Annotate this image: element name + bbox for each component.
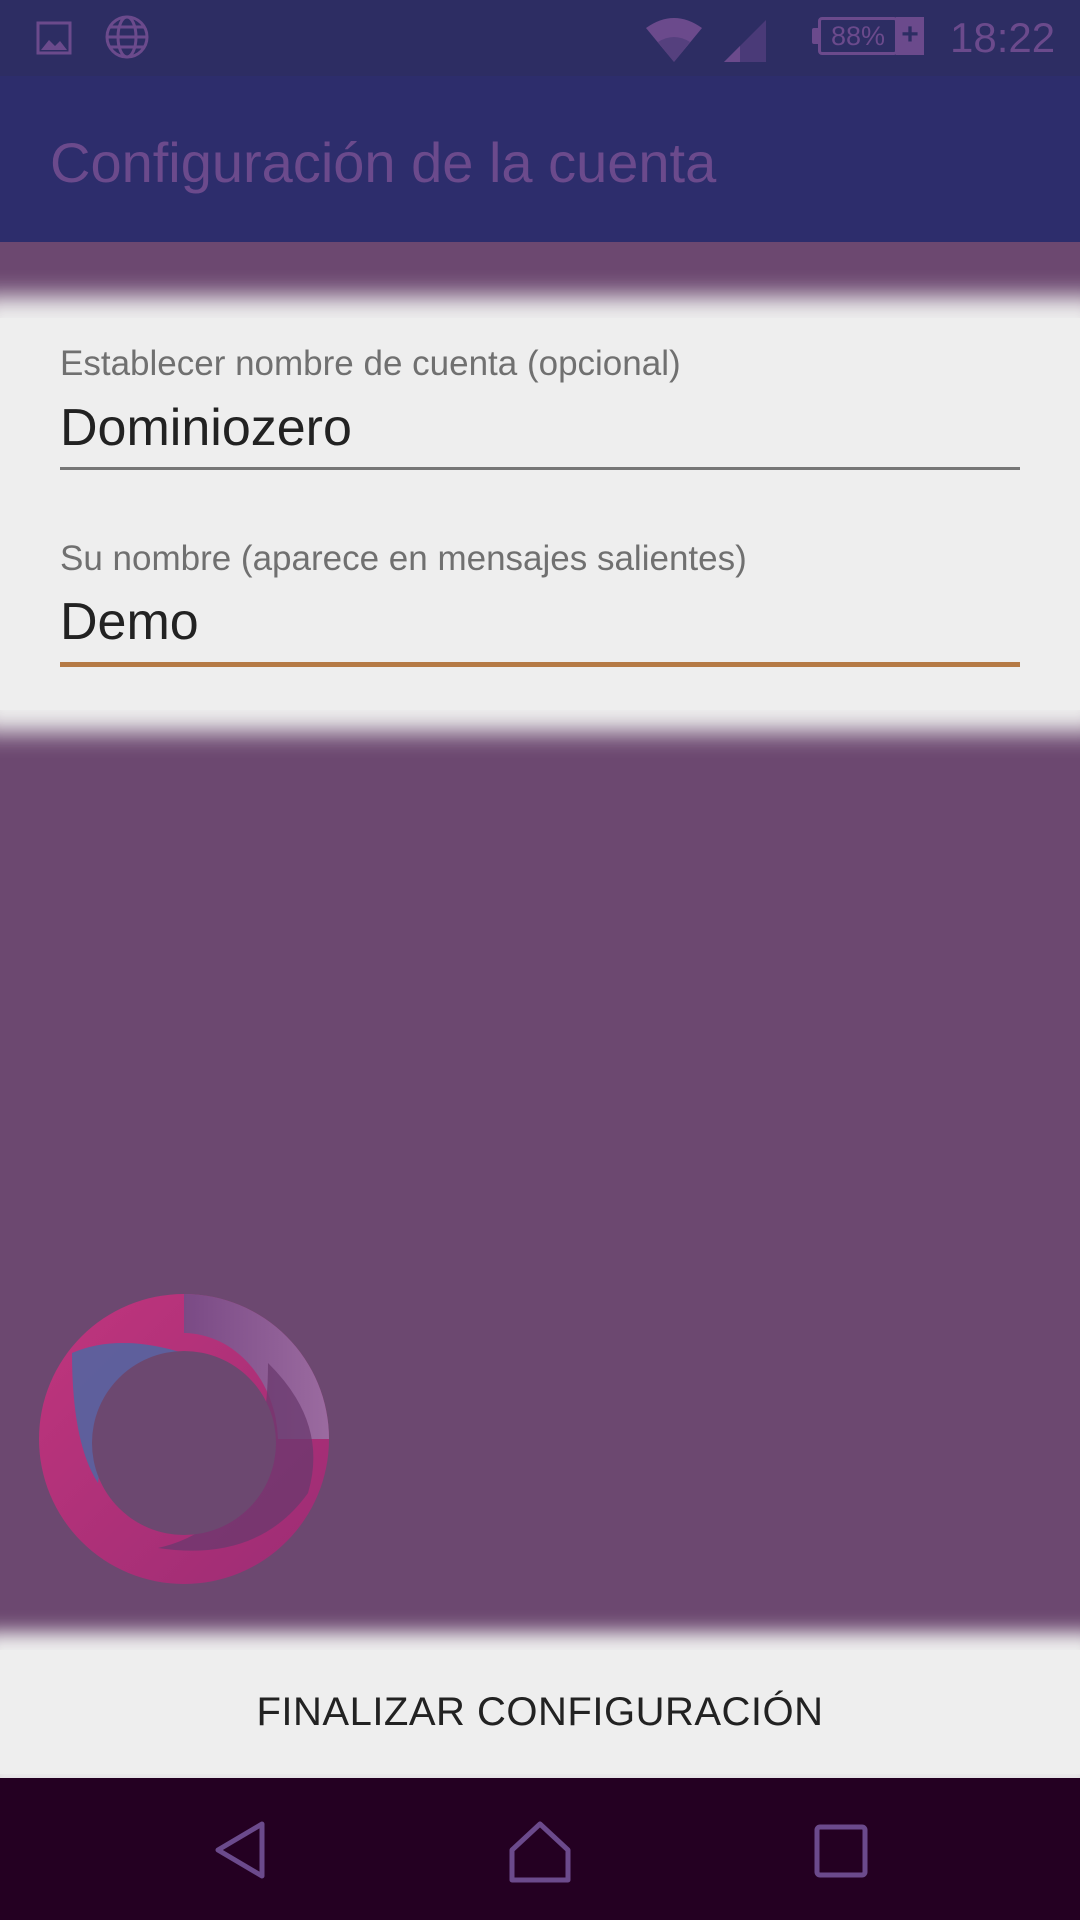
app-bar: Configuración de la cuenta xyxy=(0,76,1080,242)
charging-icon: + xyxy=(896,17,924,55)
action-panel: FINALIZAR CONFIGURACIÓN xyxy=(0,1650,1080,1774)
account-name-label: Establecer nombre de cuenta (opcional) xyxy=(60,344,681,383)
back-icon[interactable] xyxy=(210,1820,270,1885)
status-time: 18:22 xyxy=(950,14,1056,61)
status-bar: 88% + 18:22 xyxy=(0,0,1080,76)
account-form: Establecer nombre de cuenta (opcional) D… xyxy=(0,318,1080,710)
battery-icon: 88% + xyxy=(812,17,924,57)
globe-icon xyxy=(104,14,150,65)
your-name-underline xyxy=(60,662,1020,667)
recents-icon[interactable] xyxy=(814,1824,868,1883)
cell-signal-icon xyxy=(720,16,768,69)
wifi-icon xyxy=(644,14,704,69)
home-icon[interactable] xyxy=(506,1820,574,1889)
app-logo xyxy=(38,1293,330,1585)
battery-percent: 88% xyxy=(818,17,898,55)
navigation-bar xyxy=(0,1778,1080,1920)
page-title: Configuración de la cuenta xyxy=(50,131,717,194)
gallery-icon xyxy=(36,20,72,61)
your-name-input[interactable]: Demo xyxy=(60,592,199,652)
your-name-label: Su nombre (aparece en mensajes salientes… xyxy=(60,539,747,578)
account-name-underline xyxy=(60,467,1020,470)
account-name-input[interactable]: Dominiozero xyxy=(60,398,352,458)
finish-setup-button[interactable]: FINALIZAR CONFIGURACIÓN xyxy=(0,1650,1080,1774)
